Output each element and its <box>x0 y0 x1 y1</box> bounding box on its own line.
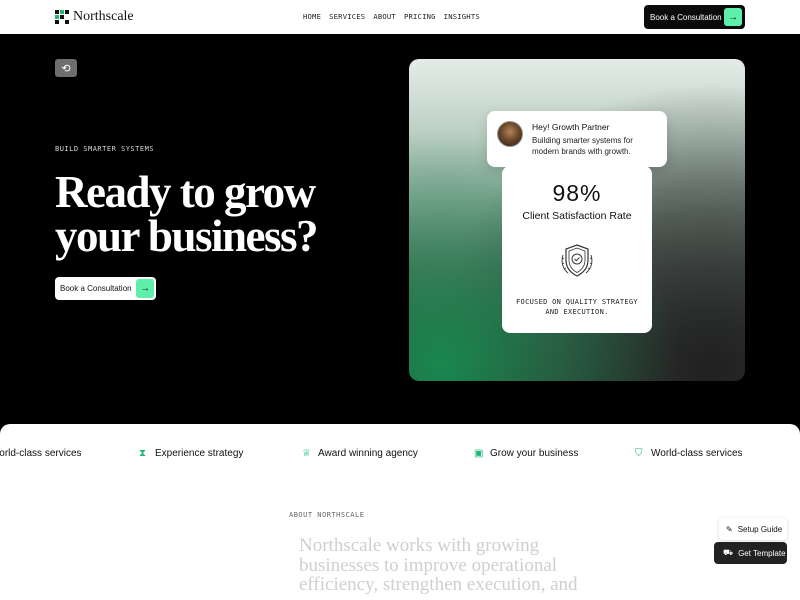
hero-cta-label: Book a Consultation <box>60 284 132 293</box>
hero-title-line2: your business? <box>55 211 319 261</box>
setup-guide-button[interactable]: ✎ Setup Guide <box>719 518 787 540</box>
arrow-right-icon: → <box>136 279 154 298</box>
marquee-item: ⛉ World-class services <box>635 448 743 459</box>
stat-value: 98% <box>552 180 602 206</box>
features-marquee: ⛉ World-class services ⧗ Experience stra… <box>0 424 800 600</box>
marquee-item: ▣ Grow your business <box>474 448 578 459</box>
logo-mark-icon <box>55 10 69 24</box>
shield-badge-icon <box>561 244 593 277</box>
cart-icon: ⛟ <box>723 548 734 557</box>
profile-description: Building smarter systems for modern bran… <box>532 136 633 156</box>
arrow-right-icon: → <box>724 8 742 26</box>
header-book-consultation-button[interactable]: Book a Consultation → <box>644 5 745 29</box>
marquee-item: ♕ Award winning agency <box>302 448 418 459</box>
marquee-item-label: Experience strategy <box>155 448 244 459</box>
site-header: Northscale HOME SERVICES ABOUT PRICING I… <box>0 0 800 34</box>
nav-insights[interactable]: INSIGHTS <box>444 12 480 21</box>
avatar <box>497 121 523 147</box>
marquee-item-label: Grow your business <box>490 448 579 459</box>
profile-card: Hey! Growth Partner Building smarter sys… <box>487 111 667 167</box>
get-template-label: Get Template <box>738 548 786 558</box>
shield-check-icon: ⛉ <box>635 447 643 459</box>
nav-home[interactable]: HOME <box>303 12 321 21</box>
logo-text: Northscale <box>73 9 134 24</box>
marquee-item-label: Award winning agency <box>318 448 418 459</box>
hero-book-consultation-button[interactable]: Book a Consultation → <box>55 277 156 300</box>
trophy-icon: ♕ <box>302 447 311 459</box>
marquee-item-label: World-class services <box>651 448 743 459</box>
edit-icon: ✎ <box>726 524 733 534</box>
stat-label: Client Satisfaction Rate <box>522 210 632 222</box>
about-eyebrow: ABOUT NORTHSCALE <box>289 511 365 519</box>
hourglass-icon: ⧗ <box>139 447 147 459</box>
get-template-button[interactable]: ⛟ Get Template <box>714 542 787 564</box>
hero-title: Ready to grow your business? <box>55 167 355 261</box>
repeat-icon[interactable]: ⟲ <box>55 59 77 77</box>
marquee-item: ⧗ Experience strategy <box>139 448 243 459</box>
logo[interactable]: Northscale <box>55 9 134 25</box>
hero-title-line1: Ready to grow <box>55 167 316 217</box>
about-text: Northscale works with growing businesses… <box>299 535 578 595</box>
stat-card: 98% Client Satisfaction Rate FOCUSED ON … <box>502 166 652 333</box>
hero-eyebrow: BUILD SMARTER SYSTEMS <box>55 145 155 153</box>
header-cta-label: Book a Consultation <box>650 12 722 22</box>
nav-services[interactable]: SERVICES <box>329 12 365 21</box>
nav-pricing[interactable]: PRICING <box>404 12 436 21</box>
setup-guide-label: Setup Guide <box>737 524 783 534</box>
marquee-item: ⛉ World-class services <box>0 448 82 459</box>
stat-footer: FOCUSED ON QUALITY STRATEGY AND EXECUTIO… <box>516 298 638 316</box>
main-nav: HOME SERVICES ABOUT PRICING INSIGHTS <box>303 12 480 21</box>
nav-about[interactable]: ABOUT <box>373 12 396 21</box>
marquee-item-label: World-class services <box>0 448 82 459</box>
profile-name: Hey! Growth Partner <box>532 122 610 132</box>
briefcase-icon: ▣ <box>474 447 484 459</box>
